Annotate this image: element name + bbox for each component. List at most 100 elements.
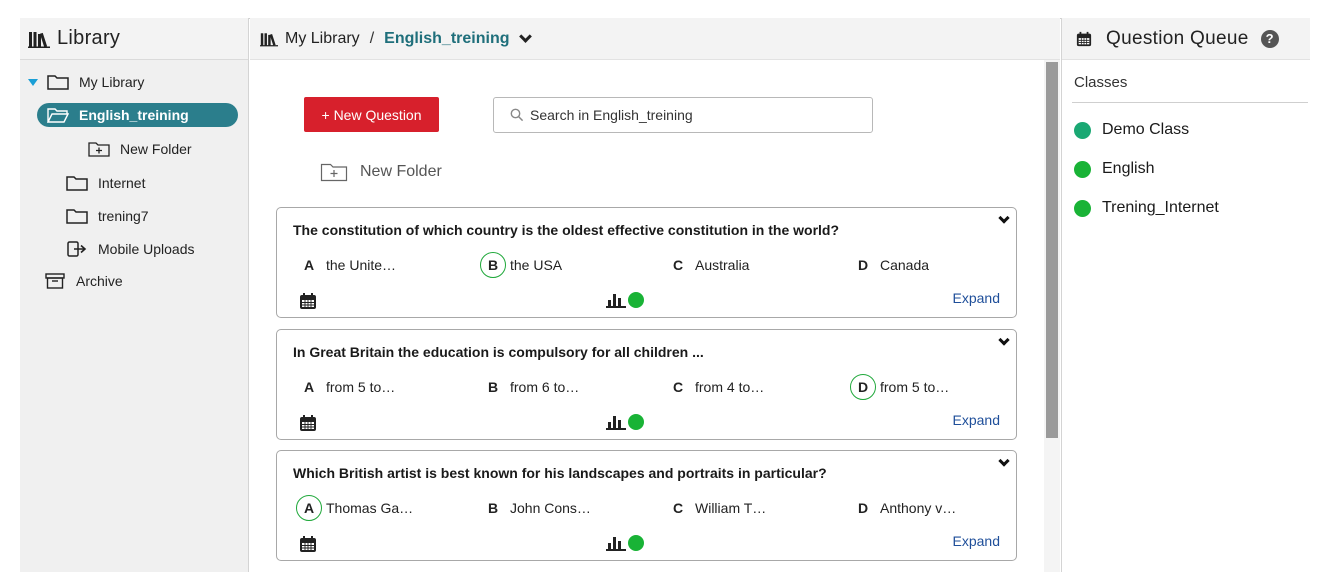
answer-text: from 5 to…	[880, 379, 950, 395]
main-content: My Library / English_treining + New Ques…	[250, 18, 1060, 572]
calendar-icon[interactable]	[299, 414, 317, 432]
library-icon	[28, 31, 50, 48]
answer-text: Australia	[695, 257, 750, 273]
calendar-icon	[1076, 31, 1092, 46]
answer-text: Thomas Ga…	[326, 500, 414, 516]
class-item-english[interactable]: English	[1074, 160, 1154, 178]
expand-link[interactable]: Expand	[953, 533, 1000, 549]
answer-option: B John Cons…	[488, 495, 591, 521]
question-stats[interactable]	[606, 535, 644, 551]
answer-option: C Australia	[673, 252, 749, 278]
queue-header: Question Queue ?	[1062, 18, 1310, 60]
chevron-down-icon[interactable]	[998, 455, 1010, 467]
folder-icon	[47, 75, 69, 90]
sidebar-item-english-treining[interactable]: English_treining	[37, 103, 238, 127]
chevron-down-icon[interactable]	[998, 334, 1010, 346]
class-name: Demo Class	[1102, 121, 1190, 138]
answer-letter: B	[480, 252, 506, 278]
library-sidebar: Library My Library English_treining New …	[20, 18, 249, 572]
class-status-dot-icon	[1074, 160, 1091, 178]
answer-letter: B	[488, 379, 499, 395]
search-icon	[510, 108, 524, 122]
bar-chart-icon	[606, 416, 626, 430]
answer-text: Canada	[880, 257, 930, 273]
answer-letter: C	[673, 500, 684, 516]
status-dot-icon	[628, 535, 644, 551]
scrollbar-thumb[interactable]	[1046, 62, 1058, 438]
question-title: The constitution of which country is the…	[293, 222, 840, 238]
expand-link[interactable]: Expand	[953, 412, 1000, 428]
breadcrumb-root[interactable]: My Library	[285, 30, 360, 48]
class-item-trening-internet[interactable]: Trening_Internet	[1074, 199, 1219, 217]
queue-title: Question Queue	[1106, 27, 1249, 49]
search-input[interactable]: Search in English_treining	[493, 97, 873, 133]
expand-caret-icon[interactable]	[28, 78, 38, 86]
bar-chart-icon	[606, 537, 626, 551]
sidebar-item-internet[interactable]: Internet	[66, 171, 145, 195]
sidebar-item-label: My Library	[79, 74, 145, 90]
new-folder-button[interactable]: New Folder	[320, 162, 442, 182]
answer-letter: A	[304, 379, 315, 395]
breadcrumb-current[interactable]: English_treining	[384, 30, 509, 48]
sidebar-item-my-library[interactable]: My Library	[28, 70, 144, 94]
question-title: Which British artist is best known for h…	[293, 465, 827, 481]
answer-text: from 6 to…	[510, 379, 580, 395]
class-item-demo-class[interactable]: Demo Class	[1074, 121, 1189, 139]
sidebar-item-mobile-uploads[interactable]: Mobile Uploads	[66, 237, 195, 261]
search-placeholder: Search in English_treining	[530, 107, 693, 123]
answer-letter: D	[858, 500, 869, 516]
answer-letter: D	[850, 374, 876, 400]
answer-letter: A	[304, 257, 315, 273]
classes-label: Classes	[1074, 74, 1128, 91]
help-icon[interactable]: ?	[1260, 29, 1279, 48]
calendar-icon[interactable]	[299, 535, 317, 553]
status-dot-icon	[628, 414, 644, 430]
answer-option: Cfrom 4 to…	[673, 374, 764, 400]
chevron-down-icon[interactable]	[519, 29, 533, 43]
question-card[interactable]: The constitution of which country is the…	[276, 207, 1017, 318]
chevron-down-icon[interactable]	[998, 212, 1010, 224]
class-status-dot-icon	[1074, 199, 1091, 217]
scrollbar[interactable]	[1044, 60, 1060, 572]
answer-text: Anthony v…	[880, 500, 957, 516]
answer-option-correct: A Thomas Ga…	[296, 495, 414, 521]
new-folder-icon	[88, 142, 110, 157]
answer-text: from 4 to…	[695, 379, 765, 395]
answer-letter: C	[673, 257, 684, 273]
open-folder-icon	[47, 108, 69, 123]
library-title: Library	[57, 27, 121, 49]
sidebar-item-label: trening7	[98, 208, 149, 224]
sidebar-item-label: Archive	[76, 273, 123, 289]
sidebar-item-trening7[interactable]: trening7	[66, 204, 149, 228]
answer-option: D Canada	[858, 252, 929, 278]
answer-text: the Unite…	[326, 257, 397, 273]
library-header: Library	[20, 18, 248, 60]
question-title: In Great Britain the education is compul…	[293, 344, 704, 360]
sidebar-item-label: Internet	[98, 175, 146, 191]
sidebar-item-archive[interactable]: Archive	[44, 269, 123, 293]
answer-option: Bfrom 6 to…	[488, 374, 579, 400]
question-stats[interactable]	[606, 414, 644, 430]
question-queue-panel: Question Queue ? Classes Demo Class Engl…	[1061, 18, 1310, 572]
sidebar-item-label: English_treining	[79, 107, 189, 123]
answer-letter: D	[858, 257, 869, 273]
new-folder-label: New Folder	[360, 163, 442, 180]
answer-option: C William T…	[673, 495, 766, 521]
status-dot-icon	[628, 292, 644, 308]
calendar-icon[interactable]	[299, 292, 317, 310]
new-question-button[interactable]: + New Question	[304, 97, 439, 132]
bar-chart-icon	[606, 294, 626, 308]
question-card[interactable]: In Great Britain the education is compul…	[276, 329, 1017, 440]
sidebar-item-label: New Folder	[120, 141, 192, 157]
breadcrumb: My Library / English_treining	[250, 18, 1060, 60]
question-stats[interactable]	[606, 292, 644, 308]
answer-option: D Anthony v…	[858, 495, 956, 521]
sidebar-item-new-folder[interactable]: New Folder	[88, 137, 192, 161]
answer-letter: C	[673, 379, 684, 395]
class-name: English	[1102, 160, 1155, 177]
expand-link[interactable]: Expand	[953, 290, 1000, 306]
question-card[interactable]: Which British artist is best known for h…	[276, 450, 1017, 561]
sidebar-item-label: Mobile Uploads	[98, 241, 195, 257]
answer-option-correct: Dfrom 5 to…	[850, 374, 950, 400]
answer-option: Afrom 5 to…	[304, 374, 395, 400]
